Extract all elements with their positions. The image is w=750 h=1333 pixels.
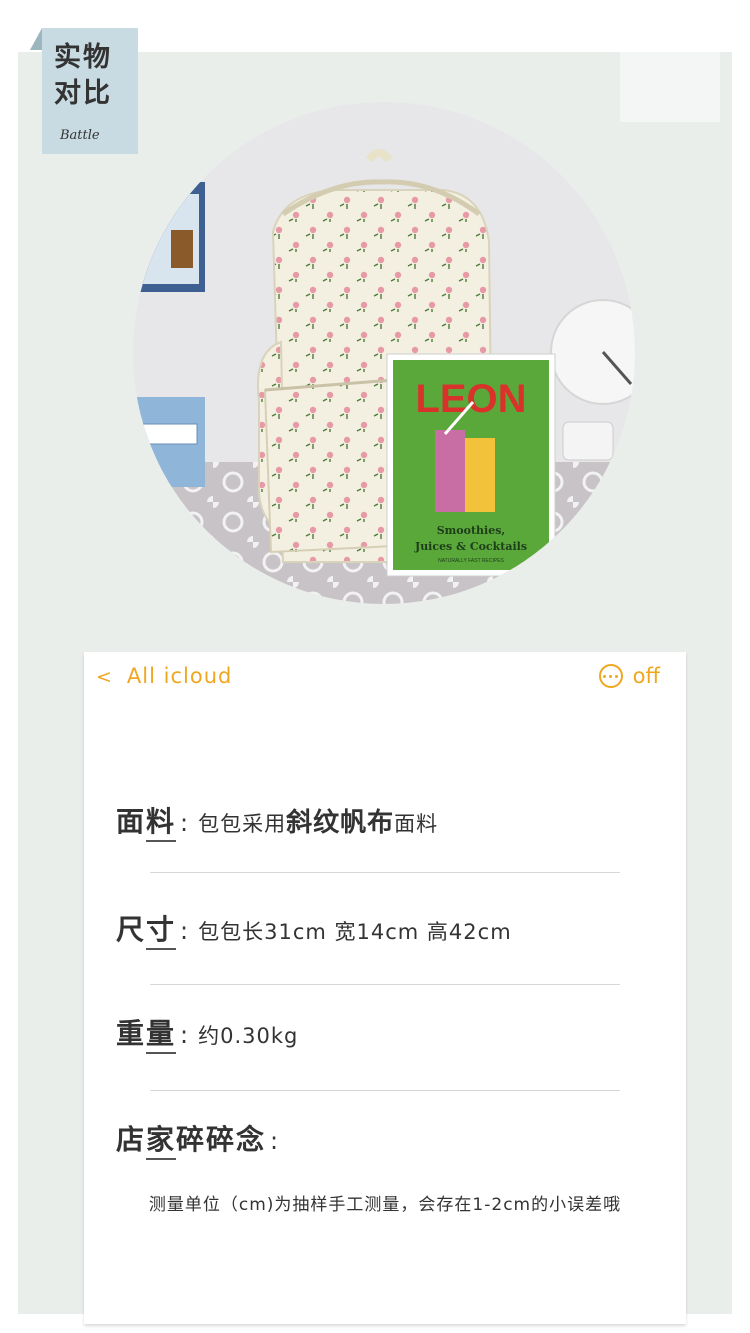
book-title: LEON xyxy=(415,377,526,421)
chevron-left-icon: < xyxy=(96,666,113,688)
more-label: off xyxy=(632,664,660,688)
book-caption: NATURALLY FAST RECIPES xyxy=(438,558,504,564)
tag-title: 实物对比 xyxy=(54,42,112,109)
material-label: 面料 xyxy=(116,800,177,842)
divider xyxy=(150,1090,620,1091)
product-photo: LEON Smoothies, Juices & Cocktails NATUR… xyxy=(133,102,635,604)
size-value: 包包长31cm 宽14cm 高42cm xyxy=(198,920,512,944)
material-value: 包包采用斜纹帆布面料 xyxy=(198,808,439,838)
tag-subtitle: Battle xyxy=(60,128,100,143)
material-row: 面料 : 包包采用斜纹帆布面料 xyxy=(116,800,666,842)
more-button[interactable]: off xyxy=(598,664,660,688)
product-photo-illustration: LEON Smoothies, Juices & Cocktails NATUR… xyxy=(133,102,635,604)
tag-fold xyxy=(30,28,42,50)
book-subtitle: Smoothies, xyxy=(437,524,506,537)
back-label: All icloud xyxy=(126,664,233,688)
glass-yellow xyxy=(465,438,495,512)
size-colon: : xyxy=(180,917,189,945)
back-button[interactable]: < All icloud xyxy=(96,664,232,688)
size-row: 尺寸 : 包包长31cm 宽14cm 高42cm xyxy=(116,908,666,950)
glass-pink xyxy=(435,430,465,512)
section-tag: 实物对比 Battle xyxy=(42,28,138,154)
weight-row: 重量 : 约0.30kg xyxy=(116,1012,666,1054)
weight-label: 重量 xyxy=(116,1012,177,1054)
info-card: < All icloud off 面料 : 包包采用斜纹帆布面料 尺寸 : 包包长… xyxy=(84,652,686,1324)
panel-highlight xyxy=(620,52,720,122)
shop-note-colon: : xyxy=(270,1127,279,1155)
svg-text:Juices & Cocktails: Juices & Cocktails xyxy=(414,540,527,553)
more-dots-icon xyxy=(598,664,623,688)
material-colon: : xyxy=(180,809,189,837)
cup xyxy=(562,421,614,461)
size-label: 尺寸 xyxy=(116,908,177,950)
divider xyxy=(150,984,620,985)
shop-note-label: 店家碎碎念 xyxy=(116,1118,266,1160)
weight-colon: : xyxy=(180,1021,189,1049)
shop-note-row: 店家碎碎念 : xyxy=(116,1118,666,1160)
measurement-note: 测量单位（cm)为抽样手工测量，会存在1-2cm的小误差哦 xyxy=(148,1195,622,1215)
divider xyxy=(150,872,620,873)
weight-value: 约0.30kg xyxy=(198,1024,299,1048)
